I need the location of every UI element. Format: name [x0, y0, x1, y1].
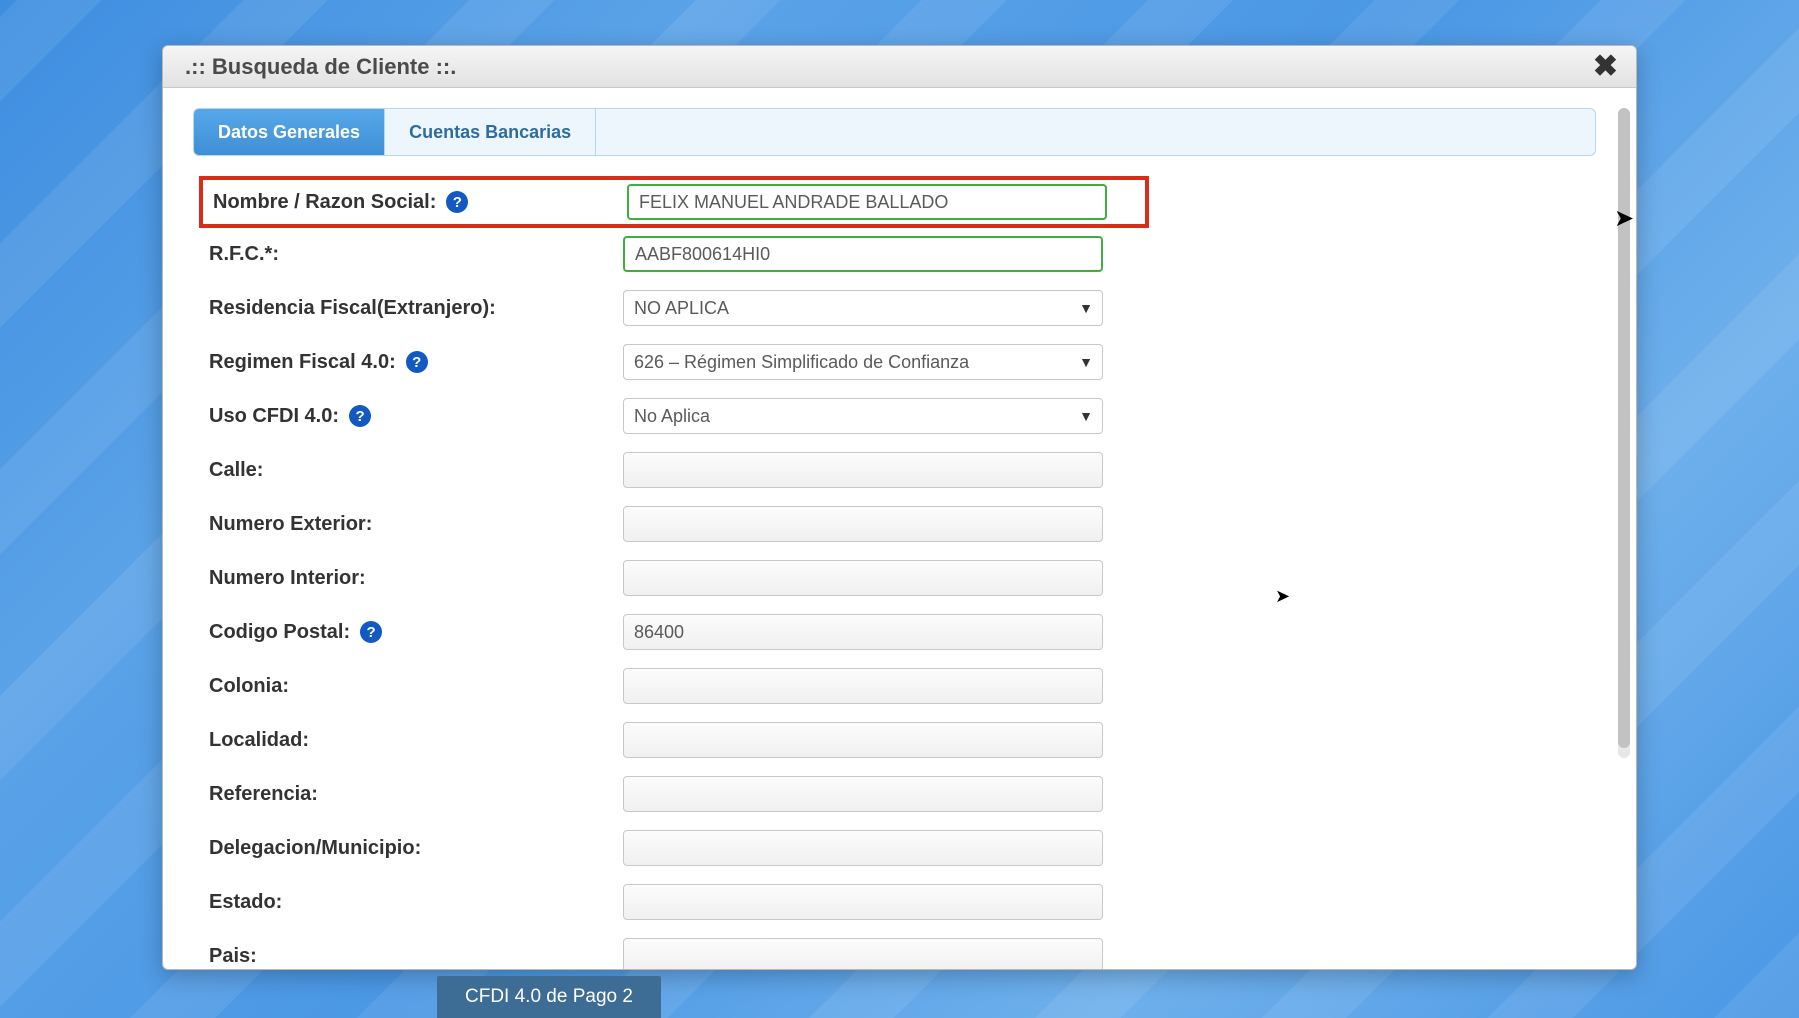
label-localidad: Localidad:	[203, 729, 623, 752]
label-pais: Pais:	[203, 945, 623, 968]
scrollbar-track[interactable]	[1618, 108, 1630, 758]
label-cp: Codigo Postal: ?	[203, 621, 623, 644]
referencia-input[interactable]	[623, 776, 1103, 812]
label-numint: Numero Interior:	[203, 567, 623, 590]
numext-input[interactable]	[623, 506, 1103, 542]
calle-input[interactable]	[623, 452, 1103, 488]
row-colonia: Colonia:	[203, 666, 1596, 706]
tabs: Datos Generales Cuentas Bancarias	[193, 108, 1596, 156]
delegacion-input[interactable]	[623, 830, 1103, 866]
usocfdi-select[interactable]: No Aplica	[623, 398, 1103, 434]
estado-input[interactable]	[623, 884, 1103, 920]
help-icon[interactable]: ?	[360, 621, 382, 643]
row-nombre: Nombre / Razon Social: ?	[199, 176, 1149, 228]
residencia-select[interactable]: NO APLICA	[623, 290, 1103, 326]
numint-input[interactable]	[623, 560, 1103, 596]
label-residencia: Residencia Fiscal(Extranjero):	[203, 297, 623, 320]
row-numint: Numero Interior:	[203, 558, 1596, 598]
scrollbar-thumb[interactable]	[1618, 108, 1630, 748]
rfc-input[interactable]	[623, 236, 1103, 272]
row-localidad: Localidad:	[203, 720, 1596, 760]
label-colonia: Colonia:	[203, 675, 623, 698]
label-usocfdi: Uso CFDI 4.0: ?	[203, 405, 623, 428]
tab-cuentas-bancarias[interactable]: Cuentas Bancarias	[385, 109, 596, 155]
modal-title: .:: Busqueda de Cliente ::.	[185, 54, 456, 80]
row-delegacion: Delegacion/Municipio:	[203, 828, 1596, 868]
row-estado: Estado:	[203, 882, 1596, 922]
label-nombre: Nombre / Razon Social: ?	[207, 191, 627, 214]
row-regimen: Regimen Fiscal 4.0: ? 626 – Régimen Simp…	[203, 342, 1596, 382]
modal-header: .:: Busqueda de Cliente ::. ✖	[163, 46, 1636, 88]
label-estado: Estado:	[203, 891, 623, 914]
row-pais: Pais:	[203, 936, 1596, 970]
tab-datos-generales[interactable]: Datos Generales	[194, 109, 385, 155]
label-regimen: Regimen Fiscal 4.0: ?	[203, 351, 623, 374]
label-calle: Calle:	[203, 459, 623, 482]
nombre-input[interactable]	[627, 184, 1107, 220]
label-delegacion: Delegacion/Municipio:	[203, 837, 623, 860]
regimen-select[interactable]: 626 – Régimen Simplificado de Confianza	[623, 344, 1103, 380]
pais-input[interactable]	[623, 938, 1103, 970]
cp-input[interactable]	[623, 614, 1103, 650]
form-datos-generales: Nombre / Razon Social: ? R.F.C.*: Reside…	[193, 156, 1606, 970]
row-cp: Codigo Postal: ?	[203, 612, 1596, 652]
row-rfc: R.F.C.*:	[203, 234, 1596, 274]
row-referencia: Referencia:	[203, 774, 1596, 814]
colonia-input[interactable]	[623, 668, 1103, 704]
help-icon[interactable]: ?	[349, 405, 371, 427]
row-residencia: Residencia Fiscal(Extranjero): NO APLICA…	[203, 288, 1596, 328]
row-calle: Calle:	[203, 450, 1596, 490]
localidad-input[interactable]	[623, 722, 1103, 758]
help-icon[interactable]: ?	[446, 191, 468, 213]
label-referencia: Referencia:	[203, 783, 623, 806]
modal-body: Datos Generales Cuentas Bancarias Nombre…	[163, 88, 1636, 969]
label-rfc: R.F.C.*:	[203, 243, 623, 266]
footer-tab-cfdi[interactable]: CFDI 4.0 de Pago 2	[437, 976, 661, 1018]
row-usocfdi: Uso CFDI 4.0: ? No Aplica ▼	[203, 396, 1596, 436]
close-icon[interactable]: ✖	[1593, 52, 1618, 82]
label-numext: Numero Exterior:	[203, 513, 623, 536]
row-numext: Numero Exterior:	[203, 504, 1596, 544]
help-icon[interactable]: ?	[406, 351, 428, 373]
client-search-modal: .:: Busqueda de Cliente ::. ✖ Datos Gene…	[162, 45, 1637, 970]
